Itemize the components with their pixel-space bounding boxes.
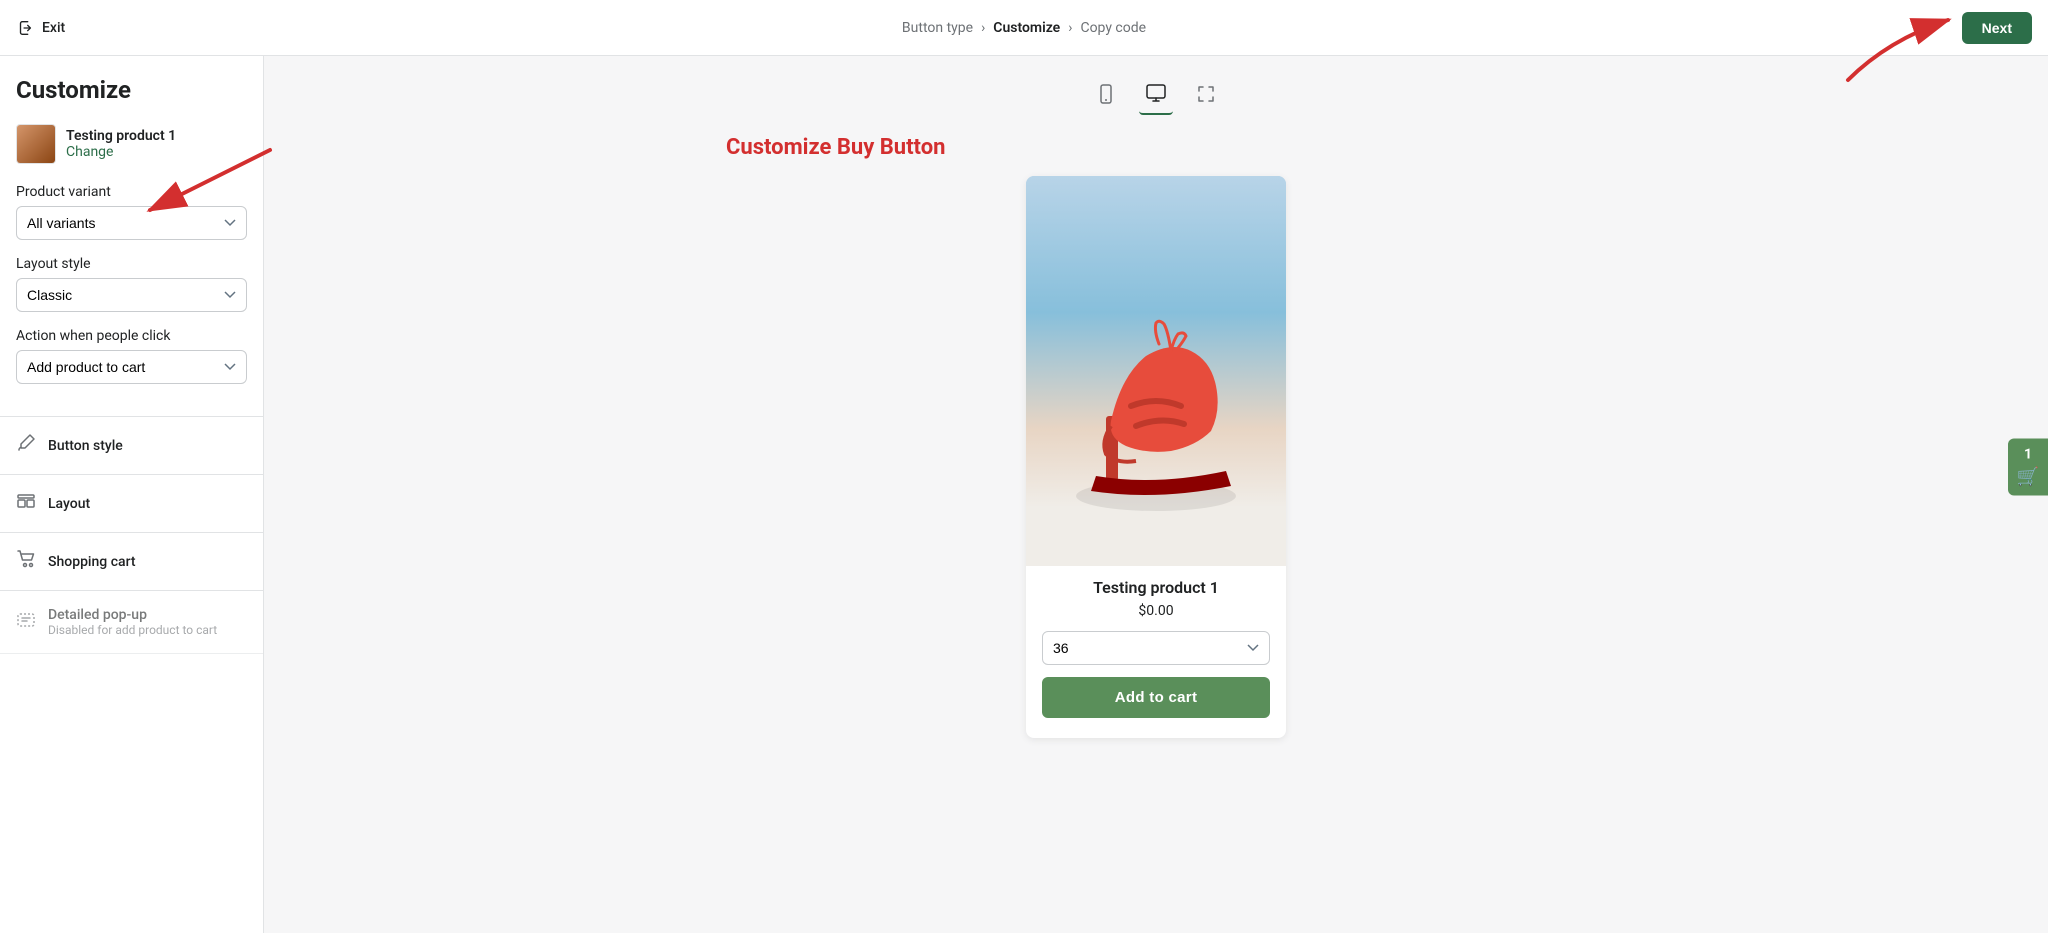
- sidebar-title: Customize: [16, 76, 247, 104]
- product-variant-label: Product variant: [16, 184, 247, 200]
- next-button[interactable]: Next: [1962, 12, 2032, 44]
- sidebar: Customize Testing product 1 Change Produ…: [0, 56, 264, 933]
- add-to-cart-button[interactable]: Add to cart: [1042, 677, 1270, 718]
- breadcrumb-chevron-1: ›: [981, 20, 985, 36]
- main-layout: Customize Testing product 1 Change Produ…: [0, 56, 2048, 933]
- preview-area: Customize Buy Button: [264, 56, 2048, 933]
- breadcrumb-copy-code: Copy code: [1080, 20, 1146, 36]
- preview-product-price: $0.00: [1042, 603, 1270, 619]
- exit-label: Exit: [42, 20, 65, 36]
- arrow-to-change: [264, 120, 290, 240]
- detailed-popup-sub: Disabled for add product to cart: [48, 623, 217, 637]
- cart-badge-count: 1: [2024, 446, 2032, 462]
- variant-select[interactable]: 36 37 38 39 40: [1042, 631, 1270, 665]
- button-style-label: Button style: [48, 438, 123, 454]
- sidebar-section-layout[interactable]: Layout: [0, 475, 263, 533]
- sidebar-section-detailed-popup[interactable]: Detailed pop-up Disabled for add product…: [0, 591, 263, 654]
- desktop-view-button[interactable]: [1139, 76, 1173, 115]
- action-click-label: Action when people click: [16, 328, 247, 344]
- fullscreen-icon: [1195, 83, 1217, 105]
- popup-icon: [16, 610, 36, 635]
- layout-style-group: Layout style Classic Modern Minimal: [16, 256, 247, 312]
- breadcrumb: Button type › Customize › Copy code: [902, 20, 1146, 36]
- product-name: Testing product 1: [66, 128, 176, 144]
- header: Exit Button type › Customize › Copy code…: [0, 0, 2048, 56]
- detailed-popup-info: Detailed pop-up Disabled for add product…: [48, 607, 217, 637]
- product-card-body: Testing product 1 $0.00 36 37 38 39 40 A…: [1026, 566, 1286, 718]
- product-variant-group: Product variant All variants Size 36 Siz…: [16, 184, 247, 240]
- action-click-group: Action when people click Add product to …: [16, 328, 247, 384]
- product-change-link[interactable]: Change: [66, 144, 176, 160]
- exit-button[interactable]: Exit: [16, 19, 65, 37]
- product-info: Testing product 1 Change: [66, 128, 176, 160]
- mobile-icon: [1095, 83, 1117, 105]
- cart-badge[interactable]: 1 🛒: [2008, 438, 2048, 495]
- layout-style-label: Layout style: [16, 256, 247, 272]
- shopping-cart-label: Shopping cart: [48, 554, 136, 570]
- layout-style-select[interactable]: Classic Modern Minimal: [16, 278, 247, 312]
- sidebar-top: Customize Testing product 1 Change Produ…: [0, 56, 263, 416]
- mobile-view-button[interactable]: [1089, 77, 1123, 114]
- breadcrumb-button-type: Button type: [902, 20, 973, 36]
- cart-badge-icon: 🛒: [2017, 466, 2039, 487]
- shoe-illustration: [1026, 176, 1286, 566]
- preview-product-name: Testing product 1: [1042, 578, 1270, 597]
- product-variant-select[interactable]: All variants Size 36 Size 37 Size 38: [16, 206, 247, 240]
- customize-buy-button-title: Customize Buy Button: [726, 135, 1606, 160]
- product-card: Testing product 1 $0.00 36 37 38 39 40 A…: [1026, 176, 1286, 738]
- desktop-icon: [1145, 82, 1167, 104]
- sidebar-section-shopping-cart[interactable]: Shopping cart: [0, 533, 263, 591]
- layout-label: Layout: [48, 496, 90, 512]
- cart-icon: [16, 549, 36, 574]
- detailed-popup-label: Detailed pop-up: [48, 607, 217, 623]
- brush-icon: [16, 433, 36, 458]
- action-click-select[interactable]: Add product to cart Open checkout Open p…: [16, 350, 247, 384]
- exit-icon: [16, 19, 34, 37]
- product-thumb-image: [17, 125, 55, 163]
- sidebar-section-button-style[interactable]: Button style: [0, 417, 263, 475]
- layout-icon: [16, 491, 36, 516]
- product-thumbnail: [16, 124, 56, 164]
- arrow-to-next: [1788, 56, 1988, 100]
- breadcrumb-chevron-2: ›: [1068, 20, 1072, 36]
- product-card-image: [1026, 176, 1286, 566]
- fullscreen-view-button[interactable]: [1189, 77, 1223, 114]
- preview-toolbar: [1089, 76, 1223, 115]
- product-row: Testing product 1 Change: [16, 124, 247, 164]
- breadcrumb-customize: Customize: [993, 20, 1060, 36]
